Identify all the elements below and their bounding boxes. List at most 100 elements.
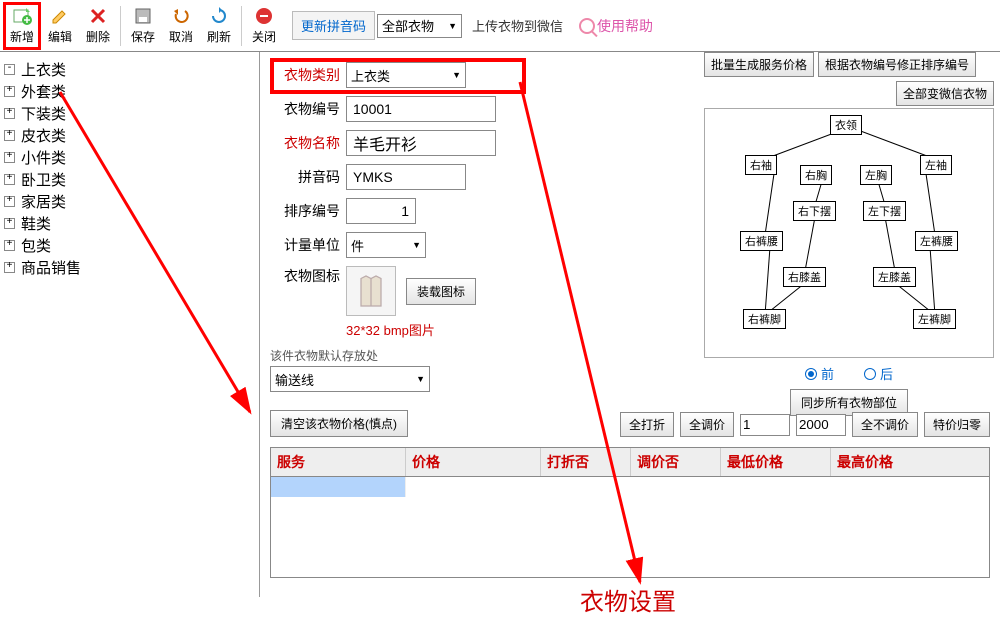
fix-sort-button[interactable]: 根据衣物编号修正排序编号	[818, 52, 976, 77]
tree-item[interactable]: +家居类	[4, 190, 255, 212]
dg-rwaist[interactable]: 右裤腰	[740, 231, 783, 251]
update-pinyin-button[interactable]: 更新拼音码	[292, 11, 375, 40]
tree-item[interactable]: +包类	[4, 234, 255, 256]
sort-label: 排序编号	[270, 201, 340, 221]
adjust-val2-input[interactable]	[796, 414, 846, 436]
table-header: 服务 价格 打折否 调价否 最低价格 最高价格	[271, 448, 989, 477]
expand-icon[interactable]: +	[4, 240, 15, 251]
edit-button[interactable]: 编辑	[42, 3, 78, 49]
unit-label: 计量单位	[270, 235, 340, 255]
pinyin-input[interactable]	[346, 164, 466, 190]
dg-lwaist[interactable]: 左裤腰	[915, 231, 958, 251]
dg-lsleeve[interactable]: 左袖	[920, 155, 952, 175]
dg-lhem[interactable]: 左下摆	[863, 201, 906, 221]
storage-select[interactable]: 输送线▼	[270, 366, 430, 392]
page-title-annotation: 衣物设置	[580, 582, 676, 617]
x-icon	[88, 6, 108, 26]
all-discount-button[interactable]: 全打折	[620, 412, 674, 437]
all-clothes-dropdown[interactable]: 全部衣物 ▼	[377, 14, 462, 38]
dg-lknee[interactable]: 左膝盖	[873, 267, 916, 287]
radio-icon	[805, 368, 817, 380]
name-input[interactable]	[346, 130, 496, 156]
dg-rchest[interactable]: 右胸	[800, 165, 832, 185]
save-button[interactable]: 保存	[125, 3, 161, 49]
clothing-icon-preview	[346, 266, 396, 316]
category-label: 衣物类别	[270, 65, 340, 85]
all-clothes-label: 全部衣物	[382, 16, 434, 35]
tree-item[interactable]: +外套类	[4, 80, 255, 102]
tree-item[interactable]: +下装类	[4, 102, 255, 124]
right-panel: 批量生成服务价格 根据衣物编号修正排序编号 全部变微信衣物	[704, 52, 994, 416]
dg-lchest[interactable]: 左胸	[860, 165, 892, 185]
load-icon-button[interactable]: 装载图标	[406, 278, 476, 305]
tree-item[interactable]: +鞋类	[4, 212, 255, 234]
refresh-label: 刷新	[207, 28, 231, 45]
expand-icon[interactable]: +	[4, 262, 15, 273]
category-select[interactable]: 上衣类▼	[346, 62, 466, 88]
price-table: 服务 价格 打折否 调价否 最低价格 最高价格	[270, 447, 990, 578]
dg-rhem[interactable]: 右下摆	[793, 201, 836, 221]
tree-item[interactable]: +卧卫类	[4, 168, 255, 190]
batch-price-button[interactable]: 批量生成服务价格	[704, 52, 814, 77]
dg-rknee[interactable]: 右膝盖	[783, 267, 826, 287]
selected-cell[interactable]	[271, 477, 406, 497]
stop-icon	[254, 6, 274, 26]
all-wechat-button[interactable]: 全部变微信衣物	[896, 81, 994, 106]
delete-label: 删除	[86, 28, 110, 45]
plus-icon	[12, 6, 32, 26]
expand-icon[interactable]: +	[4, 130, 15, 141]
tree-item[interactable]: +小件类	[4, 146, 255, 168]
tree-item[interactable]: +皮衣类	[4, 124, 255, 146]
expand-icon[interactable]: +	[4, 196, 15, 207]
pinyin-label: 拼音码	[270, 167, 340, 187]
dg-collar[interactable]: 衣领	[830, 115, 862, 135]
help-button[interactable]: 使用帮助	[579, 16, 653, 36]
cancel-button[interactable]: 取消	[163, 3, 199, 49]
price-adjust-row: 全打折 全调价 全不调价 特价归零	[620, 412, 990, 437]
th-service: 服务	[271, 448, 406, 476]
new-button[interactable]: 新增	[4, 3, 40, 49]
code-input[interactable]	[346, 96, 496, 122]
table-row[interactable]	[271, 477, 989, 499]
front-radio[interactable]: 前	[805, 364, 834, 383]
expand-icon[interactable]: +	[4, 152, 15, 163]
body-diagram: 衣领 右袖 左袖 右胸 左胸 右下摆 左下摆 右裤腰 左裤腰 右膝盖 左膝盖 右…	[704, 108, 994, 358]
chevron-down-icon: ▼	[448, 21, 457, 31]
chevron-down-icon: ▼	[452, 70, 461, 80]
category-tree: -上衣类 +外套类 +下装类 +皮衣类 +小件类 +卧卫类 +家居类 +鞋类 +…	[0, 52, 260, 597]
delete-button[interactable]: 删除	[80, 3, 116, 49]
icon-label: 衣物图标	[270, 266, 340, 286]
expand-icon[interactable]: -	[4, 64, 15, 75]
separator	[120, 6, 121, 46]
all-adjust-button[interactable]: 全调价	[680, 412, 734, 437]
table-body[interactable]	[271, 477, 989, 577]
separator	[241, 6, 242, 46]
adjust-val1-input[interactable]	[740, 414, 790, 436]
pencil-icon	[50, 6, 70, 26]
refresh-button[interactable]: 刷新	[201, 3, 237, 49]
sort-input[interactable]	[346, 198, 416, 224]
dg-rfoot[interactable]: 右裤脚	[743, 309, 786, 329]
expand-icon[interactable]: +	[4, 174, 15, 185]
close-button[interactable]: 关闭	[246, 3, 282, 49]
tree-item[interactable]: -上衣类	[4, 58, 255, 80]
special-reset-button[interactable]: 特价归零	[924, 412, 990, 437]
radio-icon	[864, 368, 876, 380]
tree-item[interactable]: +商品销售	[4, 256, 255, 278]
expand-icon[interactable]: +	[4, 86, 15, 97]
back-radio[interactable]: 后	[864, 364, 893, 383]
expand-icon[interactable]: +	[4, 108, 15, 119]
content-area: 衣物类别 上衣类▼ 衣物编号 衣物名称 拼音码 排序编号 计量单位 件▼	[260, 52, 1000, 597]
upload-wechat-button[interactable]: 上传衣物到微信	[464, 12, 571, 39]
clear-price-button[interactable]: 清空该衣物价格(慎点)	[270, 410, 408, 437]
th-min: 最低价格	[721, 448, 831, 476]
expand-icon[interactable]: +	[4, 218, 15, 229]
dg-lfoot[interactable]: 左裤脚	[913, 309, 956, 329]
no-adjust-button[interactable]: 全不调价	[852, 412, 918, 437]
undo-icon	[171, 6, 191, 26]
dg-rsleeve[interactable]: 右袖	[745, 155, 777, 175]
close-label: 关闭	[252, 28, 276, 45]
edit-label: 编辑	[48, 28, 72, 45]
unit-select[interactable]: 件▼	[346, 232, 426, 258]
disk-icon	[133, 6, 153, 26]
